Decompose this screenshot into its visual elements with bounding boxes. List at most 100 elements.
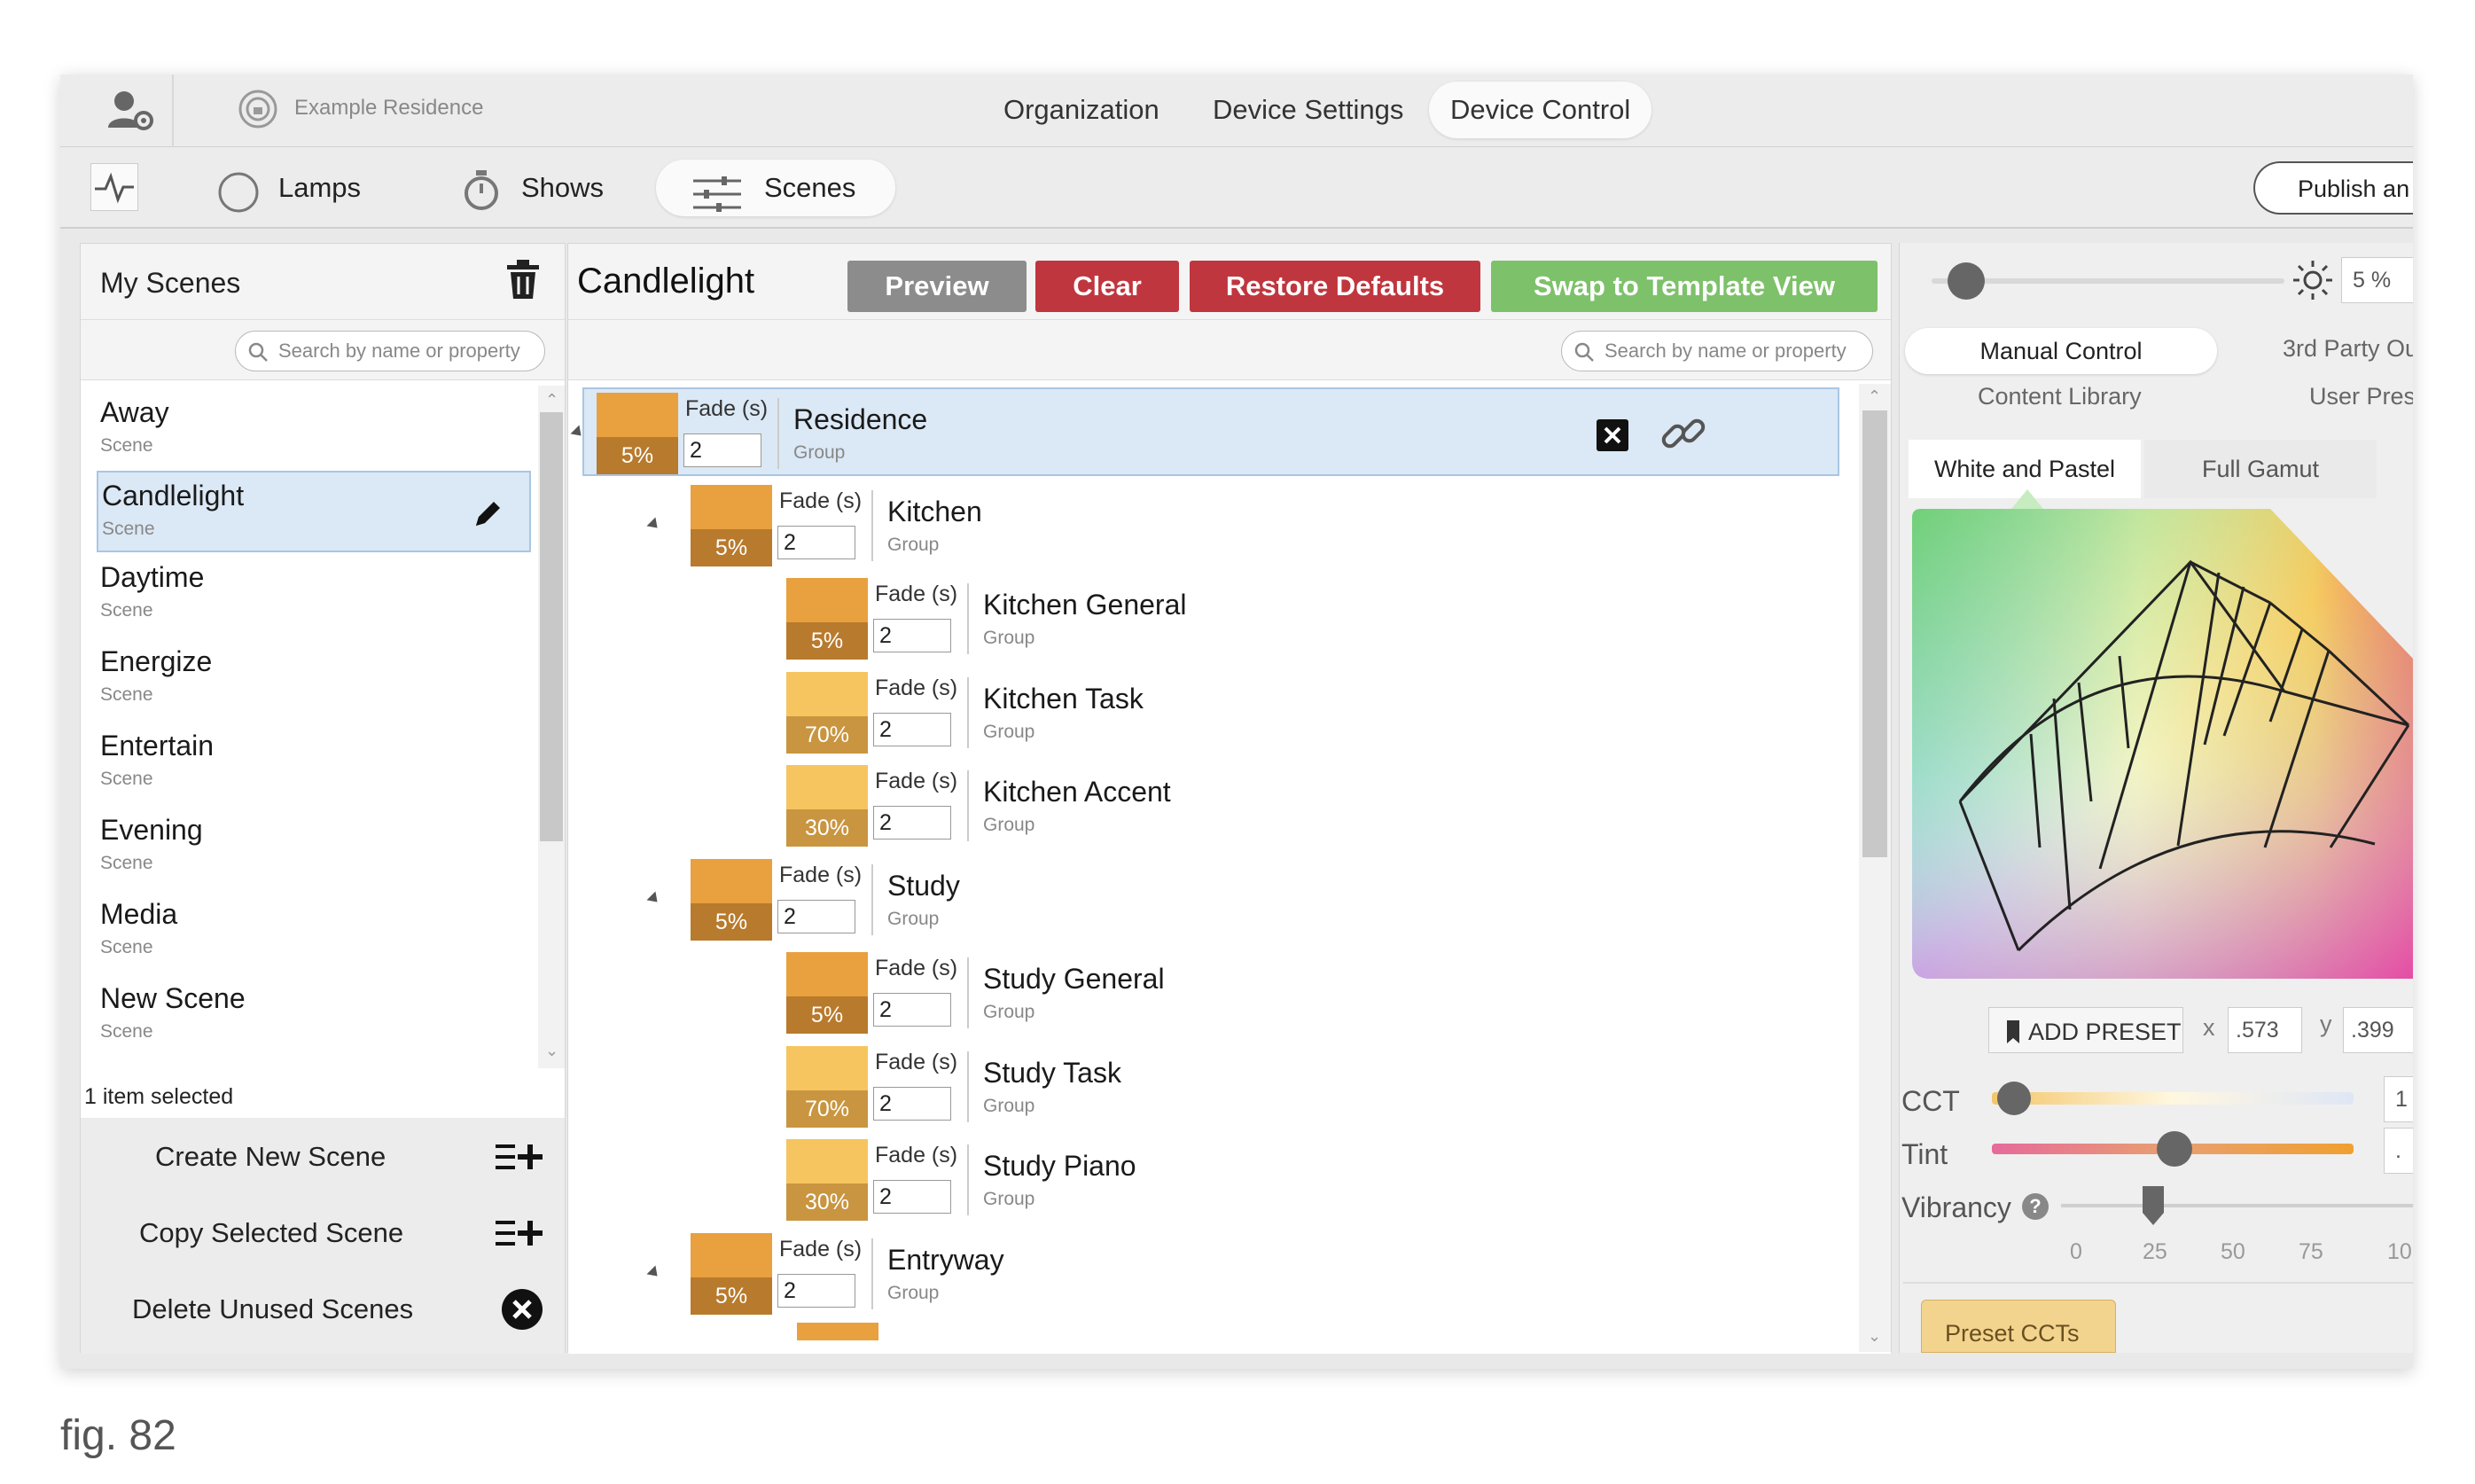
scene-item-media[interactable]: Media Scene — [97, 891, 531, 972]
scene-item-entertain[interactable]: Entertain Scene — [97, 722, 531, 804]
scene-type: Scene — [100, 435, 153, 456]
scene-type: Scene — [100, 1021, 153, 1042]
intensity-swatch[interactable]: 5% — [597, 393, 678, 474]
tab-organization[interactable]: Organization — [982, 82, 1181, 138]
collapse-toggle-icon[interactable] — [570, 425, 586, 441]
tab-full-gamut[interactable]: Full Gamut — [2144, 440, 2377, 498]
scene-row[interactable]: 5% Fade (s) 2 Residence Group — [570, 387, 1839, 476]
publish-button[interactable]: Publish an — [2253, 161, 2413, 215]
fade-input[interactable]: 2 — [873, 806, 951, 840]
cct-slider-track[interactable] — [1992, 1092, 2354, 1105]
subtab-scenes[interactable]: Scenes — [764, 160, 855, 216]
scene-item-evening[interactable]: Evening Scene — [97, 807, 531, 888]
tab-content-library[interactable]: Content Library — [1978, 383, 2142, 410]
scene-row[interactable]: 5% Fade (s) 2 Kitchen General Group — [568, 574, 1859, 663]
scene-row[interactable]: 5% Fade (s) 2 Study General Group — [568, 949, 1859, 1037]
editor-search-input[interactable]: Search by name or property — [1561, 331, 1873, 371]
create-new-scene-button[interactable]: Create New Scene — [81, 1125, 565, 1187]
collapse-toggle-icon[interactable] — [646, 517, 662, 533]
scrollbar-thumb[interactable] — [540, 412, 563, 841]
collapse-toggle-icon[interactable] — [646, 891, 662, 907]
fade-input[interactable]: 2 — [873, 713, 951, 746]
tab-3rd-party[interactable]: 3rd Party Ou — [2283, 335, 2413, 363]
scene-item-candlelight[interactable]: Candlelight Scene — [97, 471, 531, 552]
collapse-toggle-icon[interactable] — [646, 1265, 662, 1281]
intensity-swatch[interactable]: 5% — [691, 859, 772, 941]
chevron-down-icon[interactable]: ⌄ — [545, 1042, 558, 1060]
fade-input[interactable]: 2 — [683, 433, 761, 467]
tint-input[interactable]: . — [2384, 1128, 2413, 1174]
subtab-lamps[interactable]: Lamps — [278, 160, 361, 216]
chevron-up-icon[interactable]: ⌃ — [545, 391, 558, 410]
intensity-swatch[interactable]: 5% — [786, 578, 868, 660]
top-bar: Example Residence Organization Device Se… — [60, 74, 2413, 147]
tab-device-settings[interactable]: Device Settings — [1191, 82, 1425, 138]
scene-item-new-scene[interactable]: New Scene Scene — [97, 975, 531, 1057]
chevron-up-icon[interactable]: ⌃ — [1868, 387, 1881, 406]
chevron-down-icon[interactable]: ⌄ — [1868, 1327, 1881, 1346]
subtab-shows[interactable]: Shows — [521, 160, 604, 216]
intensity-swatch[interactable]: 5% — [691, 1233, 772, 1315]
pencil-icon[interactable] — [471, 497, 504, 531]
fade-input[interactable]: 2 — [873, 1180, 951, 1214]
activity-icon[interactable] — [90, 163, 138, 211]
intensity-swatch[interactable]: 30% — [786, 1139, 868, 1221]
tint-label: Tint — [1901, 1138, 1948, 1170]
intensity-input[interactable]: 5 % — [2341, 257, 2413, 303]
scene-row[interactable]: 30% Fade (s) 2 Kitchen Accent Group — [568, 762, 1859, 850]
intensity-swatch[interactable]: 30% — [786, 765, 868, 847]
scene-row[interactable]: 70% Fade (s) 2 Study Task Group — [568, 1043, 1859, 1131]
residence-name[interactable]: Example Residence — [294, 96, 483, 121]
tab-device-control[interactable]: Device Control — [1429, 82, 1652, 138]
y-input[interactable]: .399 — [2343, 1007, 2413, 1053]
trash-icon[interactable] — [504, 258, 542, 301]
intensity-swatch[interactable]: 5% — [786, 952, 868, 1034]
fade-input[interactable]: 2 — [777, 900, 855, 933]
tab-user-presets[interactable]: User Prese — [2309, 383, 2413, 410]
cct-slider-thumb[interactable] — [1997, 1082, 2031, 1115]
intensity-swatch[interactable]: 5% — [691, 485, 772, 566]
fade-input[interactable]: 2 — [873, 993, 951, 1027]
cct-label: CCT — [1901, 1085, 1960, 1117]
intensity-swatch[interactable]: 70% — [786, 672, 868, 754]
scenes-scrollbar[interactable]: ⌃ ⌄ — [538, 386, 565, 1068]
intensity-swatch[interactable]: 70% — [786, 1046, 868, 1128]
intensity-thumb[interactable] — [1947, 262, 1985, 300]
vibrancy-slider-track[interactable] — [2061, 1204, 2413, 1207]
help-icon[interactable]: ? — [2022, 1193, 2049, 1220]
delete-unused-scenes-button[interactable]: Delete Unused Scenes — [81, 1277, 565, 1340]
preset-cct-button[interactable]: Preset CCTs — [1921, 1300, 2116, 1353]
intensity-value: 70% — [786, 1090, 868, 1128]
user-settings-icon[interactable] — [105, 87, 158, 135]
clear-button[interactable]: Clear — [1035, 261, 1179, 312]
scene-row[interactable]: 5% Fade (s) 2 Study Group — [568, 855, 1859, 944]
preview-button[interactable]: Preview — [847, 261, 1027, 312]
link-icon[interactable] — [1657, 407, 1710, 460]
vibrancy-slider-thumb[interactable] — [2141, 1186, 2166, 1225]
scene-item-away[interactable]: Away Scene — [97, 389, 531, 471]
fade-input[interactable]: 2 — [777, 1274, 855, 1308]
scene-row[interactable]: 5% Fade (s) 2 Kitchen Group — [568, 481, 1859, 570]
restore-defaults-button[interactable]: Restore Defaults — [1190, 261, 1480, 312]
fade-input[interactable]: 2 — [873, 1087, 951, 1121]
close-icon[interactable] — [1597, 419, 1628, 451]
sub-bar: Lamps Shows Scenes Publish an — [60, 147, 2413, 229]
copy-selected-scene-button[interactable]: Copy Selected Scene — [81, 1201, 565, 1263]
fade-input[interactable]: 2 — [873, 619, 951, 652]
tint-slider-thumb[interactable] — [2157, 1131, 2192, 1167]
add-preset-button[interactable]: ADD PRESET — [1988, 1007, 2183, 1053]
fade-input[interactable]: 2 — [777, 526, 855, 559]
color-gamut-picker[interactable] — [1912, 509, 2413, 979]
scene-item-daytime[interactable]: Daytime Scene — [97, 554, 531, 636]
x-input[interactable]: .573 — [2228, 1007, 2302, 1053]
scene-row[interactable]: 70% Fade (s) 2 Kitchen Task Group — [568, 668, 1859, 757]
scrollbar-thumb[interactable] — [1862, 410, 1887, 857]
swap-template-view-button[interactable]: Swap to Template View — [1491, 261, 1878, 312]
scene-row[interactable]: 5% Fade (s) 2 Entryway Group — [568, 1230, 1859, 1318]
cct-input[interactable]: 1 — [2384, 1076, 2413, 1122]
scene-row[interactable]: 30% Fade (s) 2 Study Piano Group — [568, 1136, 1859, 1224]
scene-item-energize[interactable]: Energize Scene — [97, 638, 531, 720]
editor-scrollbar[interactable]: ⌃ ⌄ — [1859, 384, 1891, 1352]
tab-manual-control[interactable]: Manual Control — [1905, 328, 2217, 374]
scenes-search-input[interactable]: Search by name or property — [235, 331, 545, 371]
